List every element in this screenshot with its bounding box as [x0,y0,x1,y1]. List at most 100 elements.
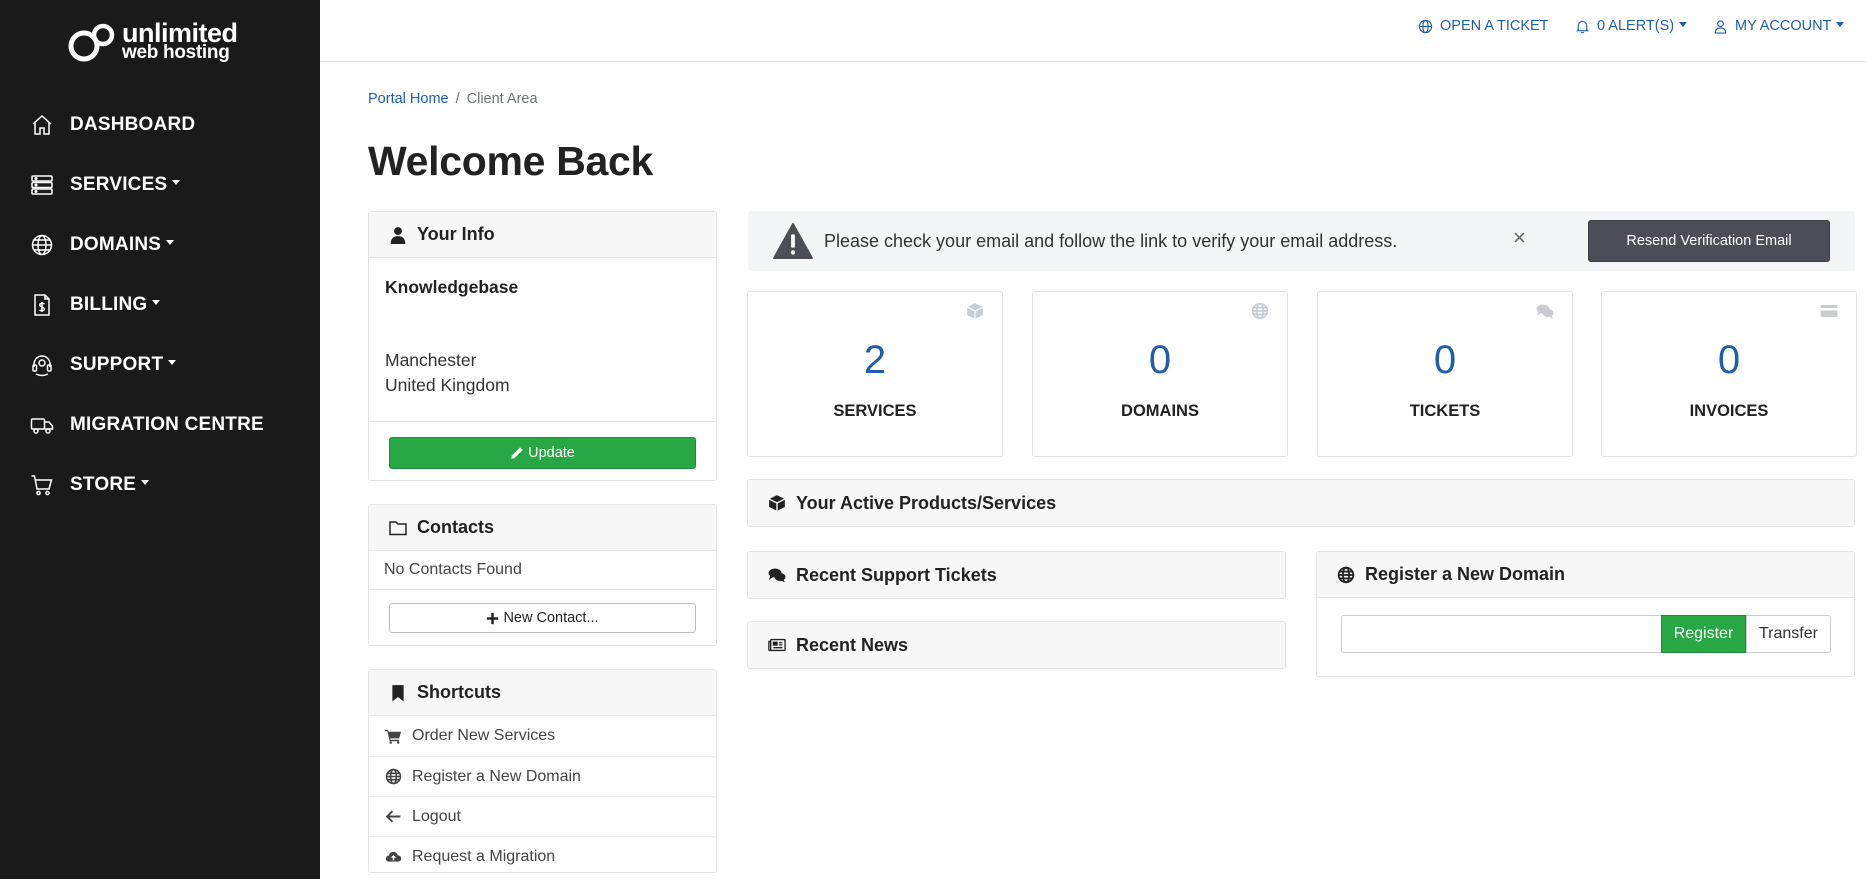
sidebar-item-label: BILLING [70,294,148,315]
cart-icon [31,475,53,496]
update-label: Update [528,445,575,461]
invoices-label: INVOICES [1689,402,1769,420]
shortcut-label: Logout [412,807,461,825]
register-domain-title: Register a New Domain [1365,564,1566,584]
your-info-header: Your Info [369,212,716,258]
globe-icon [1418,19,1433,33]
caret-down-icon [1679,21,1688,27]
sidebar-item-label: STORE [70,474,137,495]
user-icon [1714,19,1727,34]
credit-card-icon [1820,305,1838,317]
client-city: Manchester [385,350,477,370]
caret-down-icon [141,480,150,486]
invoice-icon [34,294,50,316]
globe-icon [1251,302,1269,320]
domain-search-group: Register Transfer [1341,615,1831,653]
alerts-label: 0 ALERT(S) [1597,18,1675,34]
comments-icon [1536,304,1554,319]
recent-news-header[interactable]: Recent News [748,622,1285,668]
transfer-domain-button[interactable]: Transfer [1746,615,1831,653]
active-products-title: Your Active Products/Services [796,492,1057,513]
recent-news-panel: Recent News [747,621,1286,669]
cube-icon [966,303,984,319]
your-info-panel: Your Info Knowledgebase Manchester Unite… [368,211,717,481]
register-domain-button[interactable]: Register [1661,615,1746,653]
sidebar-item-label: MIGRATION CENTRE [70,414,264,435]
open-ticket-link[interactable]: OPEN A TICKET [1418,0,1549,52]
active-products-panel: Your Active Products/Services [747,479,1855,527]
register-domain-panel: Register a New Domain Register Transfer [1316,551,1855,677]
invoices-stat-tile[interactable]: 0 INVOICES [1601,291,1857,457]
shortcuts-title: Shortcuts [417,682,502,702]
brand-logo[interactable]: unlimited web hosting [66,18,238,68]
caret-down-icon [166,240,175,246]
home-icon [32,114,52,135]
cloud-upload-icon [385,851,402,862]
resend-verification-button[interactable]: Resend Verification Email [1588,220,1830,262]
alert-close-button[interactable]: × [1513,225,1526,251]
shortcut-order-new-services[interactable]: Order New Services [369,716,716,756]
shortcuts-panel: Shortcuts Order New Services Register a … [368,669,717,873]
bookmark-icon [392,684,404,701]
comments-icon [768,568,786,583]
shortcut-register-domain[interactable]: Register a New Domain [369,756,716,796]
sidebar-item-dashboard[interactable]: DASHBOARD [0,95,320,155]
topbar: OPEN A TICKET 0 ALERT(S) MY ACCOUNT [320,0,1866,62]
contacts-header: Contacts [369,505,716,551]
shortcut-label: Register a New Domain [412,767,581,785]
recent-news-title: Recent News [796,634,909,655]
alerts-dropdown[interactable]: 0 ALERT(S) [1575,0,1688,52]
recent-tickets-header[interactable]: Recent Support Tickets [748,552,1285,598]
sidebar-item-support[interactable]: SUPPORT [0,335,320,395]
bell-icon [1575,20,1590,33]
domains-stat-tile[interactable]: 0 DOMAINS [1032,291,1288,457]
domain-input[interactable] [1341,615,1661,653]
breadcrumb-separator: / [455,91,460,107]
sidebar-item-domains[interactable]: DOMAINS [0,215,320,275]
tickets-stat-tile[interactable]: 0 TICKETS [1317,291,1573,457]
update-button[interactable]: Update [389,437,696,469]
globe-icon [1337,566,1355,583]
pencil-icon [511,447,523,459]
client-name: Knowledgebase [385,277,519,297]
shortcut-logout[interactable]: Logout [369,796,716,836]
folder-icon [389,520,407,535]
shortcut-request-migration[interactable]: Request a Migration [369,836,716,876]
globe-icon [385,768,402,785]
user-icon [390,226,406,244]
invoices-count: 0 [1717,338,1741,382]
caret-down-icon [1836,21,1845,27]
caret-down-icon [152,300,161,306]
recent-tickets-panel: Recent Support Tickets [747,551,1286,599]
cube-icon [768,495,786,511]
sidebar-item-migration-centre[interactable]: MIGRATION CENTRE [0,395,320,455]
sidebar-item-label: DOMAINS [70,234,162,255]
sidebar-item-label: SUPPORT [70,354,164,375]
page-title: Welcome Back [368,138,654,184]
shortcut-label: Order New Services [412,727,556,744]
contacts-panel: Contacts No Contacts Found New Contact..… [368,504,717,646]
sidebar-item-billing[interactable]: BILLING [0,275,320,335]
active-products-header[interactable]: Your Active Products/Services [748,480,1854,526]
your-info-title: Your Info [417,224,495,244]
caret-down-icon [172,180,181,186]
sidebar-item-services[interactable]: SERVICES [0,155,320,215]
services-count: 2 [863,338,887,382]
brand-line1: unlimited [122,18,238,48]
warning-triangle-icon [773,222,813,260]
new-contact-label: New Contact... [503,610,599,626]
sidebar-item-store[interactable]: STORE [0,455,320,515]
server-icon [31,175,53,195]
sidebar-nav: DASHBOARD SERVICES DOMAINS BILLING SUPPO… [0,95,320,515]
new-contact-button[interactable]: New Contact... [389,603,696,633]
breadcrumb-home-link[interactable]: Portal Home [368,91,449,107]
my-account-dropdown[interactable]: MY ACCOUNT [1713,0,1845,52]
client-country: United Kingdom [385,375,510,395]
cart-icon [385,729,402,744]
tickets-label: TICKETS [1409,402,1481,420]
brand-line2: web hosting [122,42,230,63]
arrow-left-icon [385,810,401,823]
infinity-logo-icon [68,23,115,62]
truck-icon [30,418,54,434]
services-stat-tile[interactable]: 2 SERVICES [747,291,1003,457]
